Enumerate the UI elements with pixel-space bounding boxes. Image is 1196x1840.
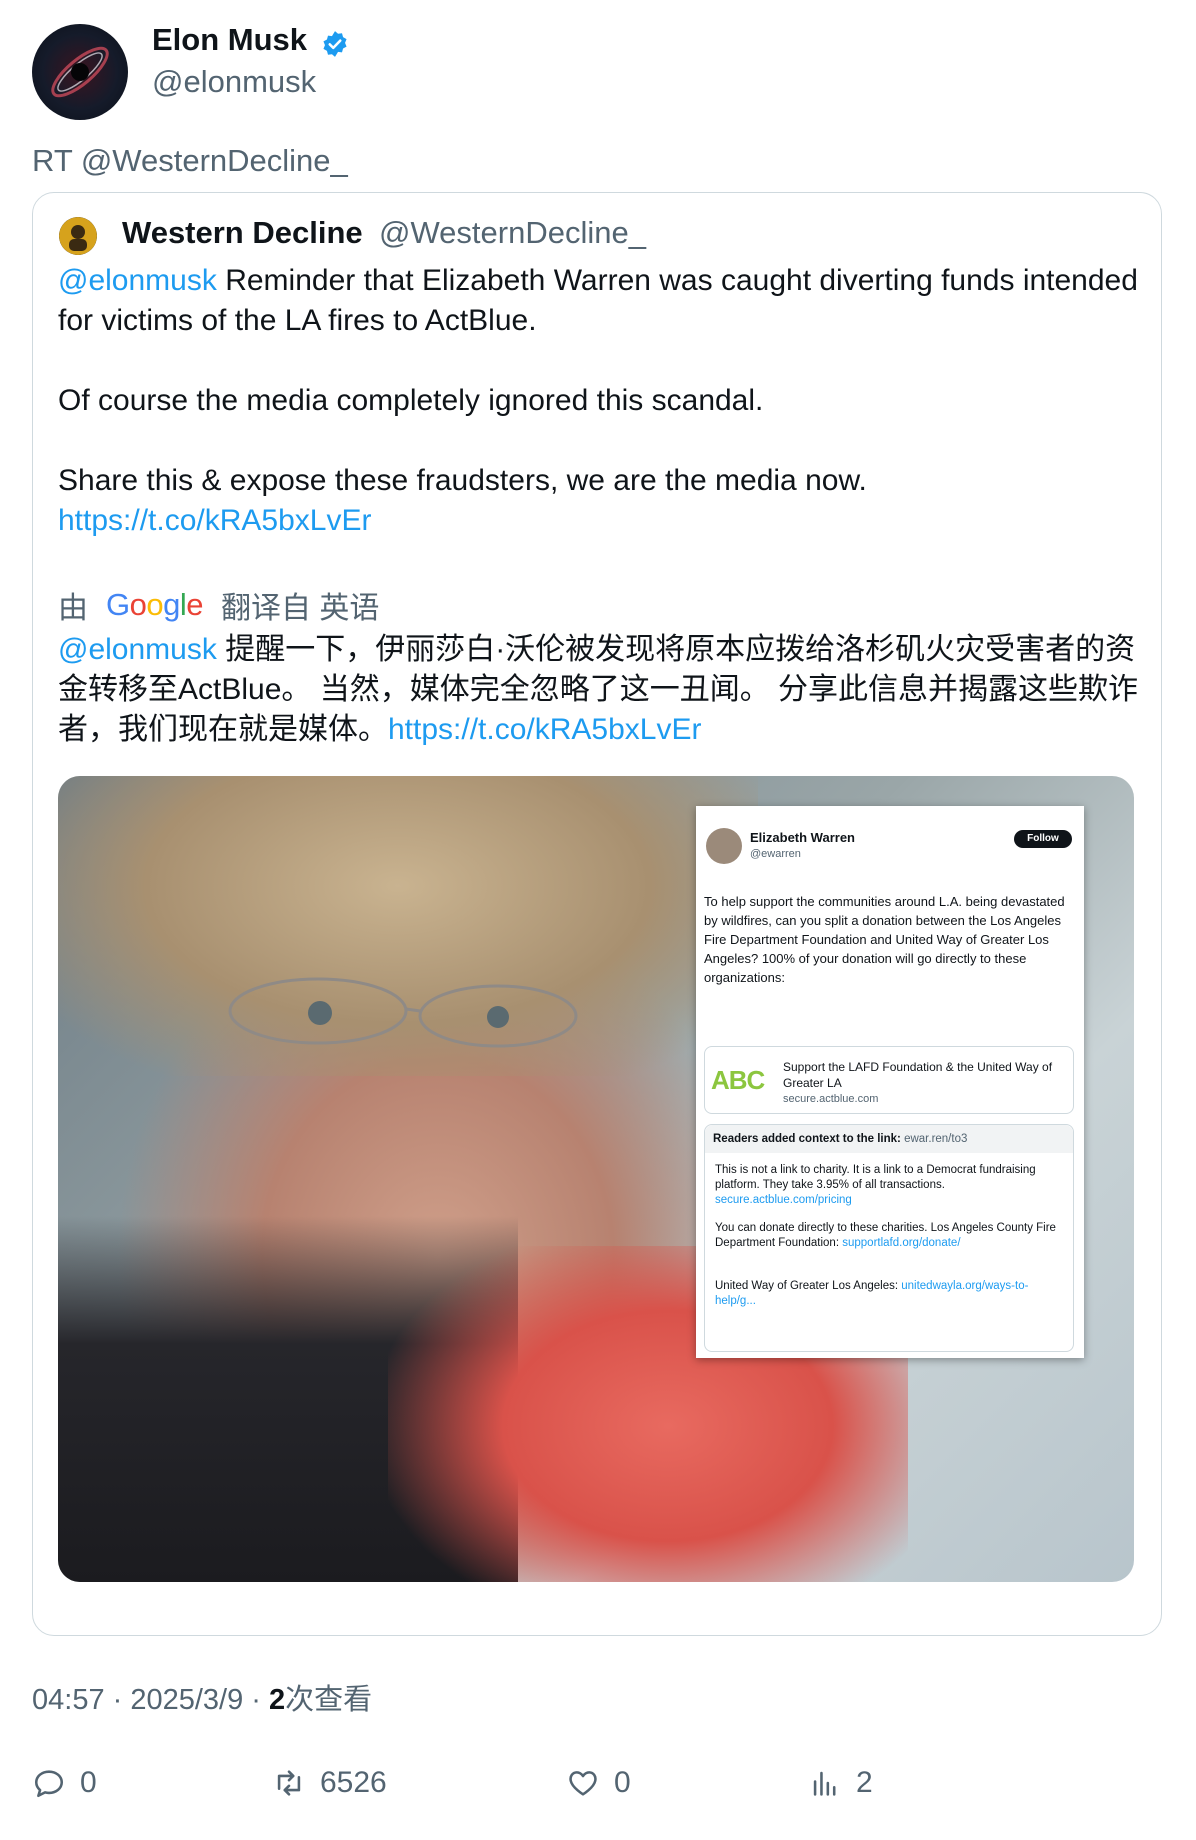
tweet-date[interactable]: 2025/3/9 — [130, 1684, 243, 1716]
like-count: 0 — [614, 1766, 631, 1799]
like-button[interactable]: 0 — [566, 1766, 631, 1800]
tweet-image[interactable]: Elizabeth Warren @ewarren Follow To help… — [58, 776, 1134, 1582]
translation-prefix: 由 — [58, 592, 88, 625]
heart-icon — [569, 1771, 597, 1796]
author-name[interactable]: Elon Musk — [152, 22, 307, 58]
reply-icon — [34, 1770, 64, 1798]
retweet-icon — [277, 1770, 301, 1796]
quoted-author-handle[interactable]: @WesternDecline_ — [379, 215, 646, 251]
screenshot-community-notes: Readers added context to the link: ewar.… — [704, 1124, 1074, 1352]
note-1: This is not a link to charity. It is a l… — [715, 1163, 1065, 1208]
note-1-text: This is not a link to charity. It is a l… — [715, 1164, 1036, 1191]
quoted-tweet-text: @elonmusk Reminder that Elizabeth Warren… — [58, 261, 1138, 541]
author-handle[interactable]: @elonmusk — [152, 64, 316, 100]
translation-attribution: 由 Google 翻译自 英语 — [58, 583, 379, 627]
screenshot-body: To help support the communities around L… — [704, 894, 1065, 985]
translated-url-link[interactable]: https://t.co/kRA5bxLvEr — [388, 713, 701, 746]
quoted-author-name[interactable]: Western Decline — [122, 215, 363, 251]
note-1-link: secure.actblue.com/pricing — [715, 1194, 852, 1206]
view-count: 2 — [269, 1684, 286, 1716]
tweet-line-2: Of course the media completely ignored t… — [58, 384, 764, 417]
retweet-count: 6526 — [320, 1766, 387, 1799]
tweet-url-link[interactable]: https://t.co/kRA5bxLvEr — [58, 504, 371, 537]
embedded-tweet-screenshot: Elizabeth Warren @ewarren Follow To help… — [696, 806, 1084, 1358]
translation-suffix: 翻译自 英语 — [221, 592, 380, 625]
verified-badge-icon — [323, 31, 347, 57]
view-label: 次查看 — [285, 1684, 373, 1716]
author-avatar[interactable] — [32, 24, 128, 120]
meta-separator: · — [104, 1684, 131, 1716]
quoted-avatar-image — [59, 217, 97, 255]
tweet-time[interactable]: 04:57 — [32, 1684, 105, 1716]
notes-header: Readers added context to the link: ewar.… — [705, 1125, 1073, 1153]
tweet-meta: 04:57 · 2025/3/9 · 2次查看 — [32, 1676, 372, 1718]
retweet-button[interactable]: 6526 — [272, 1766, 387, 1800]
note-3-text: United Way of Greater Los Angeles: — [715, 1280, 899, 1292]
note-3: United Way of Greater Los Angeles: unite… — [715, 1279, 1065, 1309]
quoted-tweet[interactable]: Western Decline @WesternDecline_ @elonmu… — [32, 192, 1162, 1636]
views-count: 2 — [856, 1766, 873, 1799]
views-button[interactable]: 2 — [808, 1766, 873, 1800]
note-2: You can donate directly to these chariti… — [715, 1221, 1065, 1251]
tweet-line-1: Reminder that Elizabeth Warren was caugh… — [58, 264, 1138, 337]
google-logo: Google — [106, 587, 204, 622]
tweet-line-3: Share this & expose these fraudsters, we… — [58, 464, 867, 497]
screenshot-author-handle: @ewarren — [750, 848, 801, 860]
action-bar: 0 6526 0 2 — [0, 1766, 1196, 1806]
meta-separator: · — [243, 1684, 270, 1716]
reply-button[interactable]: 0 — [32, 1766, 97, 1800]
screenshot-avatar — [706, 828, 742, 864]
retweet-label: RT @WesternDecline_ — [32, 143, 348, 178]
notes-header-link: ewar.ren/to3 — [904, 1133, 968, 1145]
reply-count: 0 — [80, 1766, 97, 1799]
avatar-image — [51, 46, 109, 98]
notes-header-text: Readers added context to the link: — [713, 1133, 901, 1145]
note-2-link: supportlafd.org/donate/ — [842, 1237, 961, 1249]
translated-mention-link[interactable]: @elonmusk — [58, 633, 217, 666]
translated-text: @elonmusk 提醒一下，伊丽莎白·沃伦被发现将原本应拨给洛杉矶火灾受害者的… — [58, 630, 1148, 750]
screenshot-author-name: Elizabeth Warren — [750, 830, 855, 845]
screenshot-card-title: Support the LAFD Foundation & the United… — [783, 1060, 1053, 1090]
analytics-icon — [813, 1771, 836, 1796]
mention-link[interactable]: @elonmusk — [58, 264, 217, 297]
actblue-logo: ABC — [711, 1065, 765, 1095]
screenshot-follow-button: Follow — [1014, 830, 1072, 848]
screenshot-card-domain: secure.actblue.com — [783, 1093, 879, 1105]
photo-glasses — [228, 977, 578, 1048]
screenshot-link-card: ABC Support the LAFD Foundation & the Un… — [704, 1046, 1074, 1114]
quoted-avatar[interactable] — [59, 217, 97, 255]
